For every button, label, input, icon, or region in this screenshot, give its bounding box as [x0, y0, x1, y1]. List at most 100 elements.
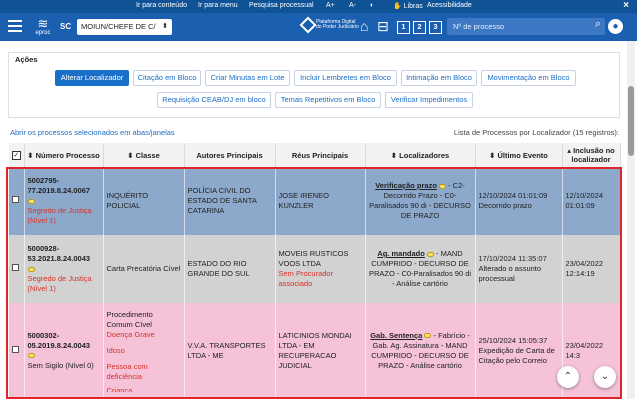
- alterar-localizador-button[interactable]: Alterar Localizador: [55, 70, 129, 86]
- libras-link[interactable]: ✋ Libras: [393, 2, 423, 10]
- menu-icon[interactable]: [8, 20, 22, 32]
- movimentacao-bloco-button[interactable]: Movimentação em Bloco: [481, 70, 576, 86]
- close-icon[interactable]: ×: [623, 0, 629, 11]
- priority-label: Idoso: [106, 345, 125, 355]
- evento-cell: 12/10/2024 01:01:09 Decorrido prazo: [475, 167, 563, 235]
- comment-icon[interactable]: [424, 333, 432, 339]
- criar-minutas-button[interactable]: Criar Minutas em Lote: [205, 70, 290, 86]
- evento-date: 25/10/2024 15:05:37: [478, 335, 548, 345]
- localizador-tag[interactable]: Ag. mandado: [377, 249, 425, 258]
- link-skip-menu[interactable]: Ir para menu: [198, 2, 238, 9]
- shortcut-2-button[interactable]: 2: [413, 21, 426, 34]
- classe-name: Procedimento Comum Cível: [106, 309, 153, 329]
- localizadores-cell: Ag. mandado - MAND CUMPRIDO - DECURSO DE…: [365, 235, 476, 303]
- sigilo-label: Segredo de Justiça (Nível 1): [27, 274, 92, 293]
- font-decrease-button[interactable]: A-: [349, 2, 356, 9]
- priority-label: Pessoa com deficiência: [106, 361, 148, 381]
- pdpj-logo-icon: [299, 16, 317, 34]
- actions-panel: Ações Alterar Localizador Citação em Blo…: [8, 52, 620, 118]
- comment-icon[interactable]: [27, 266, 35, 272]
- table-row[interactable]: 5002795-77.2019.8.24.0067 Segredo de Jus…: [9, 167, 621, 235]
- main-navbar: ≋ eproc SC MOIUN/CHEFE DE C/⬍ Plataforma …: [0, 13, 637, 41]
- row-select[interactable]: [9, 303, 25, 398]
- evento-date: 17/10/2024 11:35:07: [478, 254, 547, 263]
- reu-cell: MOVEIS RUSTICOS VOOS LTDA Sem Procurador…: [275, 235, 366, 303]
- inbox-icon[interactable]: ⊟: [377, 18, 389, 35]
- shortcut-3-button[interactable]: 3: [429, 21, 442, 34]
- accessibility-link[interactable]: Acessibilidade: [427, 2, 472, 9]
- header-numero[interactable]: ⬍ Número Processo: [24, 143, 104, 167]
- row-checkbox[interactable]: [12, 196, 19, 203]
- intimacao-bloco-button[interactable]: Intimação em Bloco: [401, 70, 477, 86]
- location-select[interactable]: MOIUN/CHEFE DE C/⬍: [77, 19, 172, 35]
- classe-cell: Carta Precatória Cível: [103, 235, 185, 303]
- evento-desc: Decorrido prazo: [478, 201, 532, 210]
- process-number-link[interactable]: 5002795-77.2019.8.24.0067: [28, 176, 100, 196]
- inclusao-cell: 23/04/2022 12:14:19: [562, 235, 621, 303]
- localizador-tag[interactable]: Gab. Sentença: [370, 331, 422, 340]
- table-row[interactable]: 5000928-53.2021.8.24.0043 Segredo de Jus…: [9, 235, 621, 303]
- temas-repetitivos-button[interactable]: Temas Repetitivos em Bloco: [275, 92, 381, 108]
- autor-cell: POLÍCIA CIVIL DO ESTADO DE SANTA CATARIN…: [184, 167, 276, 235]
- link-process-search[interactable]: Pesquisa processual: [249, 2, 314, 9]
- accessibility-bar: Ir para conteúdo Ir para menu Pesquisa p…: [0, 0, 637, 13]
- citacao-bloco-button[interactable]: Citação em Bloco: [133, 70, 201, 86]
- comment-icon[interactable]: [439, 183, 447, 189]
- autor-cell: V.V.A. TRANSPORTES LTDA - ME: [184, 303, 276, 398]
- contrast-icon[interactable]: ◐: [370, 2, 374, 9]
- eproc-logo[interactable]: ≋ eproc: [33, 17, 53, 36]
- requisicao-ceab-button[interactable]: Requisição CEAB/DJ em bloco: [157, 92, 271, 108]
- inclusao-cell: 12/10/2024 01:01:09: [562, 167, 621, 235]
- table-row[interactable]: 5000302-05.2019.8.24.0043 Sem Sigilo (Ní…: [9, 303, 621, 398]
- chevron-down-icon: ⬍: [162, 23, 168, 30]
- open-selected-link[interactable]: Abrir os processos selecionados em abas/…: [10, 128, 175, 137]
- priority-label: Doença Grave: [106, 329, 155, 339]
- evento-cell: 25/10/2024 15:05:37 Expedição de Carta d…: [475, 303, 563, 398]
- header-classe[interactable]: ⬍ Classe: [103, 143, 185, 167]
- row-select[interactable]: [9, 235, 25, 303]
- actions-title: Ações: [15, 55, 38, 64]
- user-avatar-icon[interactable]: ●: [608, 19, 623, 34]
- header-ultimo-evento[interactable]: ⬍ Último Evento: [475, 143, 563, 167]
- comment-icon[interactable]: [27, 353, 35, 359]
- scroll-up-button[interactable]: ⌃: [557, 366, 579, 388]
- select-all-header[interactable]: ✓: [9, 143, 25, 167]
- header-reus: Réus Principais: [275, 143, 366, 167]
- evento-desc: Expedição de Carta de Citação pelo Corre…: [478, 345, 555, 365]
- evento-cell: 17/10/2024 11:35:07 Alterado o assunto p…: [475, 235, 563, 303]
- page-scrollbar[interactable]: [627, 41, 635, 399]
- shortcut-1-button[interactable]: 1: [397, 21, 410, 34]
- process-number-input[interactable]: Nº de processo ⌕: [447, 18, 605, 35]
- process-table: ✓ ⬍ Número Processo ⬍ Classe Autores Pri…: [9, 143, 621, 398]
- process-number-cell: 5000302-05.2019.8.24.0043 Sem Sigilo (Ní…: [24, 303, 104, 398]
- chevron-up-icon: ⌃: [563, 371, 573, 382]
- scrollbar-thumb[interactable]: [628, 86, 634, 156]
- classe-cell: Procedimento Comum Cível Doença Grave Id…: [103, 303, 185, 398]
- row-checkbox[interactable]: [12, 264, 19, 271]
- localizador-tag[interactable]: Verificação prazo: [375, 181, 437, 190]
- sort-icon: ⬍: [127, 150, 136, 160]
- autor-cell: ESTADO DO RIO GRANDE DO SUL: [184, 235, 276, 303]
- search-icon[interactable]: ⌕: [595, 18, 601, 31]
- scroll-down-button[interactable]: ⌄: [594, 366, 616, 388]
- select-all-checkbox[interactable]: ✓: [11, 151, 21, 160]
- process-number-link[interactable]: 5000302-05.2019.8.24.0043: [28, 331, 100, 351]
- localizadores-cell: Verificação prazo - C2-Decorrido Prazo -…: [365, 167, 476, 235]
- link-skip-content[interactable]: Ir para conteúdo: [136, 2, 187, 9]
- reu-name: MOVEIS RUSTICOS VOOS LTDA: [278, 249, 349, 268]
- comment-icon[interactable]: [27, 198, 35, 204]
- sort-icon: ⬍: [390, 150, 400, 160]
- reu-note: Sem Procurador associado: [278, 269, 334, 288]
- reu-cell: JOSE IRENEO KUNZLER: [275, 167, 366, 235]
- row-checkbox[interactable]: [12, 345, 19, 353]
- classe-cell: INQUÉRITO POLICIAL: [103, 167, 185, 235]
- row-select[interactable]: [9, 167, 25, 235]
- font-increase-button[interactable]: A+: [326, 2, 335, 9]
- home-icon[interactable]: ⌂: [360, 18, 368, 34]
- header-localizadores[interactable]: ⬍ Localizadores: [365, 143, 476, 167]
- process-number-link[interactable]: 5000928-53.2021.8.24.0043: [28, 244, 100, 264]
- verificar-impedimentos-button[interactable]: Verificar Impedimentos: [385, 92, 473, 108]
- header-inclusao[interactable]: ▴ Inclusão no localizador: [562, 143, 621, 167]
- comment-icon[interactable]: [426, 251, 434, 257]
- incluir-lembretes-button[interactable]: Incluir Lembretes em Bloco: [294, 70, 397, 86]
